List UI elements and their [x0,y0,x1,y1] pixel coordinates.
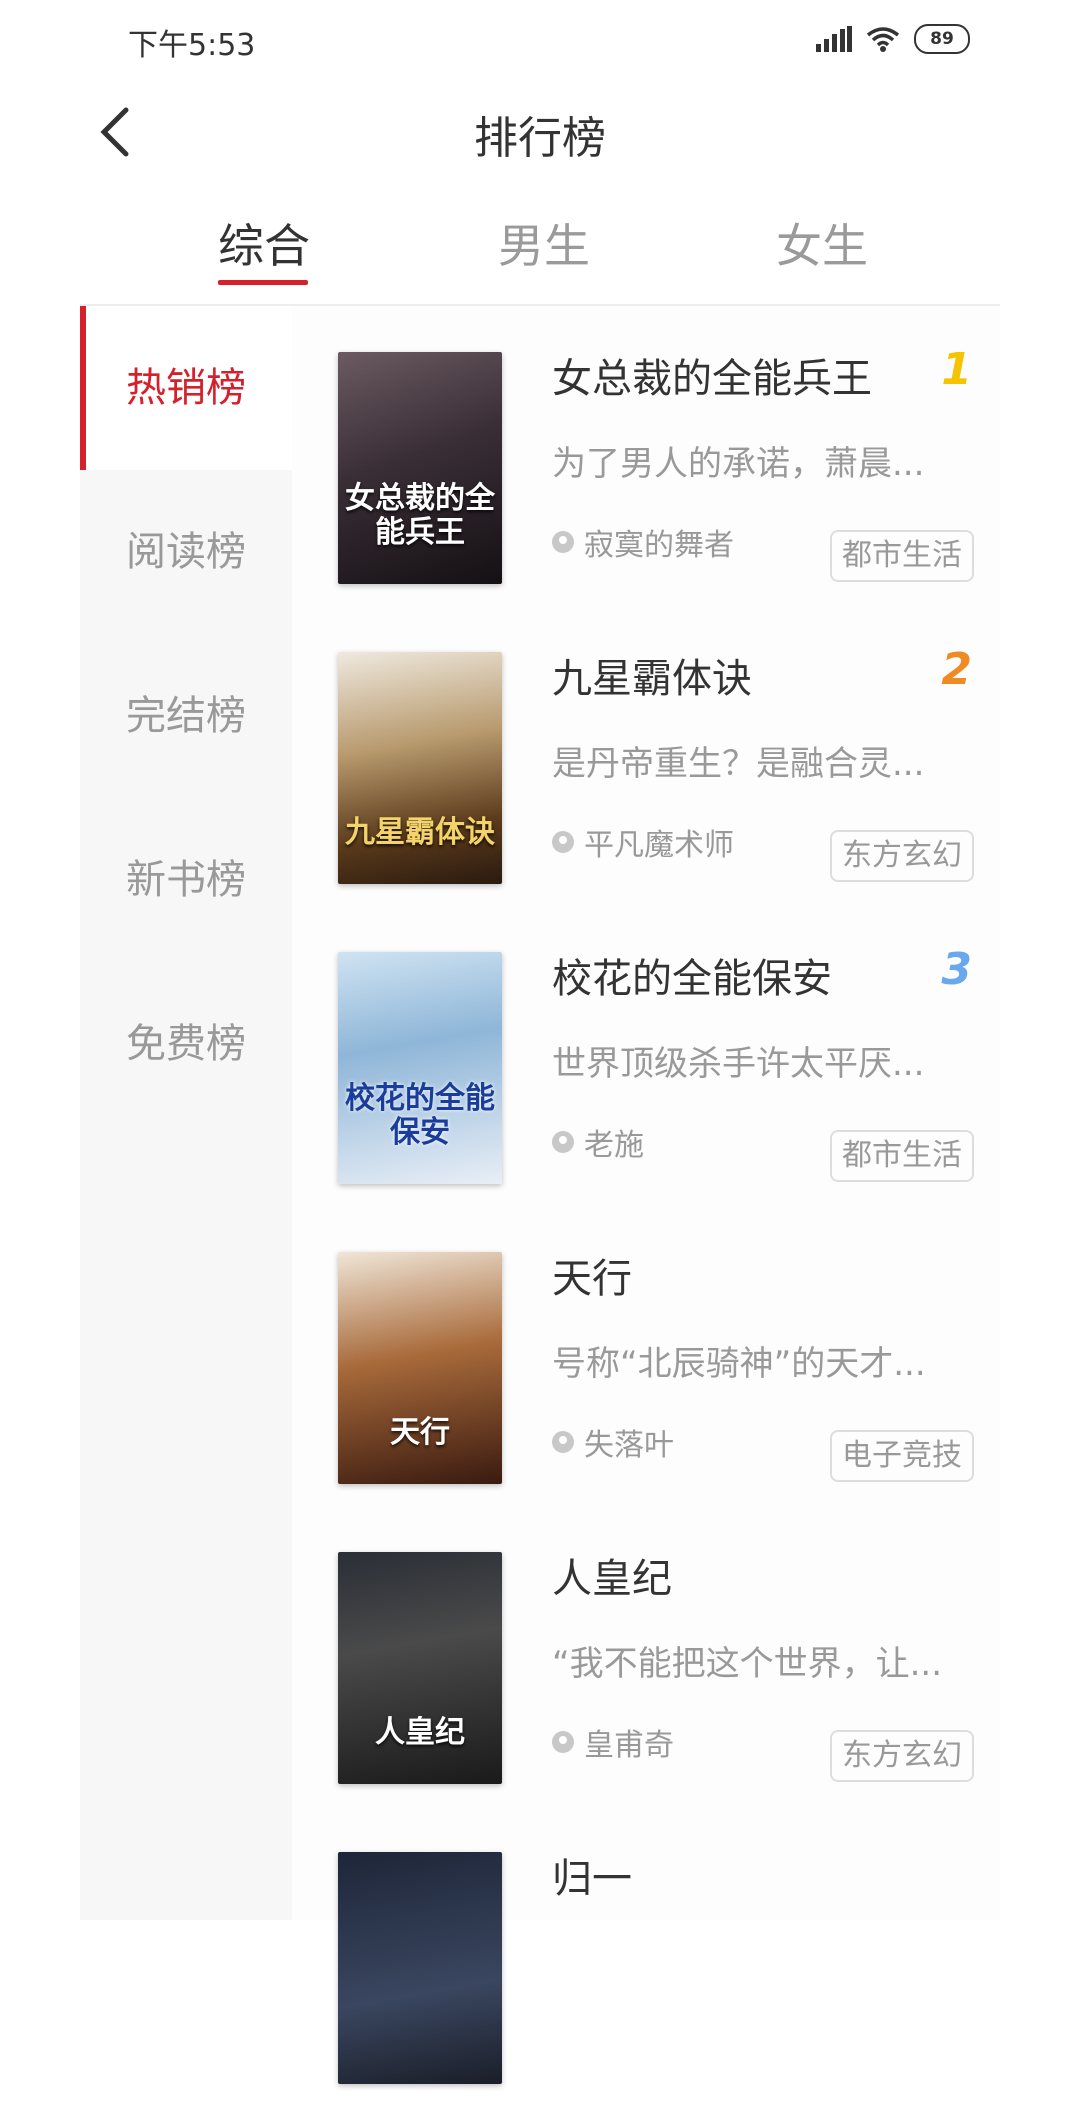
book-cover: 人皇纪 [338,1552,502,1784]
book-item[interactable]: 归一 [292,1806,1000,2106]
page-title: 排行榜 [474,113,606,164]
book-cover [338,1852,502,2084]
book-title: 归一 [552,1856,632,1902]
genre-tag[interactable]: 都市生活 [830,1130,974,1182]
battery-indicator: 89 [914,24,970,54]
status-icons: 89 [816,24,970,54]
category-tabs: 综合 男生 女生 [80,200,1000,306]
book-cover-title: 九星霸体诀 [345,815,495,850]
rank-badge: 1 [941,344,972,395]
status-time: 下午5:53 [128,28,256,63]
author-icon [552,1431,574,1453]
tab-active-indicator [218,280,308,285]
book-item[interactable]: 天行 天行 号称“北辰骑神”的天才... 失落叶 电子竞技 [292,1206,1000,1506]
book-description: 世界顶级杀手许太平厌... [552,1044,925,1084]
genre-tag[interactable]: 东方玄幻 [830,1730,974,1782]
tab-general[interactable]: 综合 [218,210,310,276]
author-name: 寂寞的舞者 [584,528,734,563]
book-description: 是丹帝重生？是融合灵... [552,744,925,784]
book-cover: 九星霸体诀 [338,652,502,884]
book-title: 人皇纪 [552,1556,672,1602]
book-cover: 校花的全能保安 [338,952,502,1184]
book-item[interactable]: 人皇纪 人皇纪 “我不能把这个世界，让... 皇甫奇 东方玄幻 [292,1506,1000,1806]
book-description: “我不能把这个世界，让... [552,1644,943,1684]
book-list: 女总裁的全能兵王 女总裁的全能兵王 1 为了男人的承诺，萧晨... 寂寞的舞者 … [292,306,1000,2084]
status-bar: 下午5:53 89 [0,0,1080,80]
sidebar-item-hot-sales[interactable]: 热销榜 [80,306,292,470]
book-title: 女总裁的全能兵王 [552,356,872,402]
sidebar-item-new-books[interactable]: 新书榜 [80,798,292,962]
genre-tag[interactable]: 东方玄幻 [830,830,974,882]
author-name: 老施 [584,1128,644,1163]
author-name: 平凡魔术师 [584,828,734,863]
sidebar-item-reading[interactable]: 阅读榜 [80,470,292,634]
book-author: 平凡魔术师 [552,820,734,864]
book-description: 号称“北辰骑神”的天才... [552,1344,926,1384]
book-description: 为了男人的承诺，萧晨... [552,444,925,484]
book-author: 失落叶 [552,1420,674,1464]
book-title: 校花的全能保安 [552,956,832,1002]
ranking-sidebar: 热销榜 阅读榜 完结榜 新书榜 免费榜 [80,306,292,1920]
book-author: 皇甫奇 [552,1720,674,1764]
book-cover-title: 天行 [390,1415,450,1450]
author-icon [552,531,574,553]
book-cover: 天行 [338,1252,502,1484]
book-cover: 女总裁的全能兵王 [338,352,502,584]
book-cover-title: 人皇纪 [375,1715,465,1750]
book-cover-title: 女总裁的全能兵王 [345,481,495,550]
book-author: 老施 [552,1120,644,1164]
sidebar-item-free[interactable]: 免费榜 [80,962,292,1126]
book-title: 九星霸体诀 [552,656,752,702]
book-title: 天行 [552,1256,632,1302]
book-cover-title: 校花的全能保安 [345,1081,495,1150]
author-icon [552,1131,574,1153]
book-author: 寂寞的舞者 [552,520,734,564]
signal-icon [816,26,852,52]
tab-female[interactable]: 女生 [776,210,868,276]
author-icon [552,831,574,853]
book-item[interactable]: 女总裁的全能兵王 女总裁的全能兵王 1 为了男人的承诺，萧晨... 寂寞的舞者 … [292,306,1000,606]
rank-badge: 2 [941,644,972,695]
genre-tag[interactable]: 电子竞技 [830,1430,974,1482]
header: 排行榜 [0,80,1080,180]
genre-tag[interactable]: 都市生活 [830,530,974,582]
book-item[interactable]: 校花的全能保安 校花的全能保安 3 世界顶级杀手许太平厌... 老施 都市生活 [292,906,1000,1206]
sidebar-item-completed[interactable]: 完结榜 [80,634,292,798]
author-icon [552,1731,574,1753]
tab-male[interactable]: 男生 [498,210,590,276]
wifi-icon [866,27,900,52]
rank-badge: 3 [941,944,972,995]
author-name: 失落叶 [584,1428,674,1463]
author-name: 皇甫奇 [584,1728,674,1763]
book-item[interactable]: 九星霸体诀 九星霸体诀 2 是丹帝重生？是融合灵... 平凡魔术师 东方玄幻 [292,606,1000,906]
